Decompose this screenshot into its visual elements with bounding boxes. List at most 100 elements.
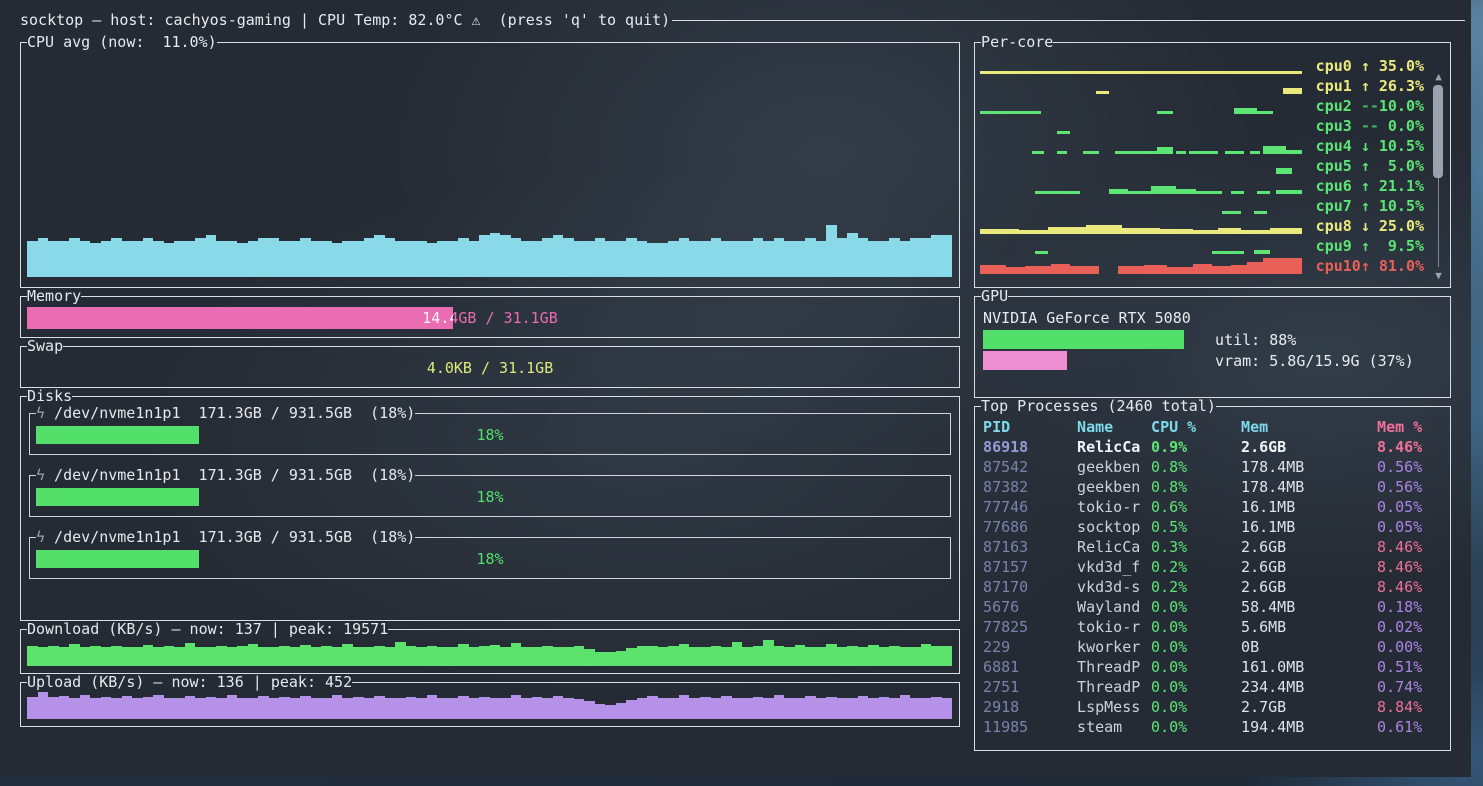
upload-panel-title: Upload (KB/s) — now: 136 | peak: 452 [27, 674, 352, 691]
core-trend-icon: ↓ [1361, 217, 1379, 235]
process-mem-pct: 0.56% [1377, 457, 1444, 477]
history-bar [858, 696, 869, 719]
core-name: cpu3 [1316, 117, 1361, 135]
history-bar [658, 698, 669, 719]
history-bar [837, 698, 848, 719]
history-bar [59, 647, 70, 666]
history-bar [174, 698, 185, 719]
process-row: 229kworker0.0%0B0.00% [983, 637, 1444, 657]
scroll-down-icon[interactable]: ▼ [1432, 270, 1445, 281]
core-trend-icon: ↑ [1361, 197, 1379, 215]
core-label: cpu3--0.0% [1316, 117, 1424, 135]
history-bar [837, 238, 848, 277]
core-trend-icon: ↓ [1361, 137, 1379, 155]
process-mem: 16.1MB [1241, 517, 1377, 537]
core-name: cpu10 [1316, 257, 1361, 275]
core-name: cpu2 [1316, 97, 1361, 115]
core-trend-icon: ↑ [1361, 177, 1379, 195]
history-bar [153, 695, 164, 719]
scrollbar-thumb[interactable] [1433, 85, 1443, 178]
process-cpu: 0.2% [1151, 577, 1241, 597]
history-bar [816, 647, 827, 666]
history-bar [143, 697, 154, 719]
history-bar [732, 642, 743, 666]
disk-entry-label: /dev/nvme1n1p1 171.3GB / 931.5GB (18%) [45, 404, 415, 422]
history-bar [80, 241, 91, 277]
history-bar [490, 233, 501, 277]
sparkline-segment [1196, 191, 1222, 194]
history-bar [258, 238, 269, 277]
history-bar [490, 645, 501, 666]
process-mem: 2.6GB [1241, 537, 1377, 557]
process-row: 5676Wayland0.0%58.4MB0.18% [983, 597, 1444, 617]
history-bar [374, 696, 385, 719]
disk-usage-gauge: 18% [36, 488, 944, 506]
core-percent: 25.0% [1379, 217, 1424, 235]
history-bar [753, 238, 764, 277]
upload-history-chart [27, 691, 953, 719]
history-bar [668, 241, 679, 277]
process-name: ThreadP [1077, 657, 1151, 677]
sparkline-segment [1115, 151, 1157, 154]
history-bar [48, 241, 59, 277]
sparkline-segment [1212, 266, 1231, 274]
history-bar [658, 647, 669, 666]
history-bar [206, 235, 217, 277]
history-bar [48, 646, 59, 666]
core-usage-sparkline [980, 116, 1302, 134]
history-bar [553, 696, 564, 719]
process-mem: 178.4MB [1241, 457, 1377, 477]
history-bar [374, 235, 385, 277]
history-bar [753, 697, 764, 719]
process-pid: 87382 [983, 477, 1077, 497]
per-core-panel-title: Per-core [981, 34, 1053, 51]
core-percent: 5.0% [1379, 157, 1424, 175]
core-usage-sparkline [980, 176, 1302, 194]
sparkline-segment [1019, 230, 1048, 234]
per-core-row: cpu9↑9.5% [975, 236, 1450, 256]
sparkline-segment [1157, 147, 1173, 154]
history-bar [364, 238, 375, 277]
disk-usage-gauge: 18% [36, 550, 944, 568]
history-bar [689, 241, 700, 277]
sparkline-segment [1144, 265, 1167, 274]
core-trend-icon: ↑ [1361, 57, 1379, 75]
history-bar [342, 241, 353, 277]
memory-panel: Memory 14.4GB / 31.1GB 14.4GB / 31.1GB [20, 288, 960, 338]
history-bar [321, 646, 332, 666]
process-cpu: 0.0% [1151, 617, 1241, 637]
disk-entry: ϟ /dev/nvme1n1p1 171.3GB / 931.5GB (18%)… [29, 529, 951, 579]
core-label: cpu0↑35.0% [1316, 57, 1424, 75]
scroll-up-icon[interactable]: ▲ [1432, 71, 1445, 82]
disk-entry-label: /dev/nvme1n1p1 171.3GB / 931.5GB (18%) [45, 528, 415, 546]
per-core-scrollbar[interactable]: ▲ ▼ [1432, 71, 1445, 281]
history-bar [237, 646, 248, 666]
lightning-icon: ϟ [36, 466, 45, 484]
history-bar [174, 647, 185, 666]
core-usage-sparkline [980, 76, 1302, 94]
history-bar [826, 697, 837, 719]
history-bar [647, 646, 658, 666]
core-name: cpu4 [1316, 137, 1361, 155]
disk-entry-title: ϟ /dev/nvme1n1p1 171.3GB / 931.5GB (18%) [36, 467, 415, 484]
history-bar [500, 235, 511, 277]
history-bar [837, 647, 848, 666]
sparkline-segment [1254, 211, 1267, 214]
history-bar [658, 243, 669, 277]
process-name: tokio-r [1077, 497, 1151, 517]
history-bar [584, 649, 595, 666]
core-percent: 26.3% [1379, 77, 1424, 95]
cpu-history-chart [27, 51, 953, 277]
history-bar [626, 238, 637, 277]
history-bar [879, 697, 890, 719]
history-bar [763, 241, 774, 277]
sparkline-segment [1006, 267, 1025, 274]
history-bar [174, 241, 185, 277]
process-mem-pct: 8.46% [1377, 577, 1444, 597]
process-pid: 6881 [983, 657, 1077, 677]
gpu-panel-title: GPU [981, 288, 1008, 305]
history-bar [216, 698, 227, 719]
core-label: cpu4↓10.5% [1316, 137, 1424, 155]
process-pid: 2918 [983, 697, 1077, 717]
history-bar [227, 241, 238, 277]
